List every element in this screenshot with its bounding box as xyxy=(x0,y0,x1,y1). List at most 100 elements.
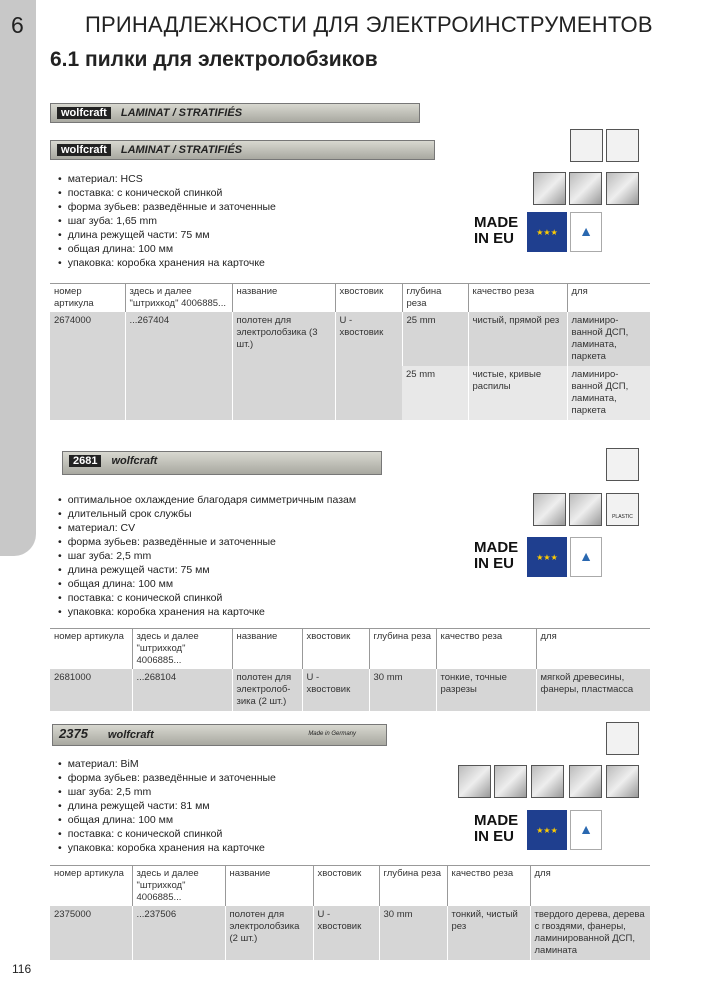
made-in-eu-badge: MADE IN EU ★★★ ▲ xyxy=(474,810,646,850)
table-cell: U - хвостовик xyxy=(334,312,402,420)
product-table: номер артикула здесь и далее "штрихкод" 4… xyxy=(50,628,650,711)
column-header: качество реза xyxy=(467,283,567,312)
table-cell: тонкие, точные разрезы xyxy=(435,669,536,711)
table-cell: полотен для электролоб-зика (2 шт.) xyxy=(231,669,302,711)
list-item: общая длина: 100 мм xyxy=(58,577,356,591)
column-header: качество реза xyxy=(435,628,536,669)
list-item: длина режущей части: 75 мм xyxy=(58,228,276,242)
material-plywood-icon xyxy=(569,493,602,526)
table-cell: 2674000 xyxy=(50,312,125,420)
eu-flag-icon: ★★★ xyxy=(527,537,567,577)
column-header: здесь и далее "штрихкод" 4006885... xyxy=(131,628,232,669)
list-item: длительный срок службы xyxy=(58,507,356,521)
list-item: упаковка: коробка хранения на карточке xyxy=(58,256,276,270)
feature-list: оптимальное охлаждение благодаря симметр… xyxy=(58,493,356,619)
table-cell: ...237506 xyxy=(131,906,225,960)
list-item: шаг зуба: 1,65 mm xyxy=(58,214,276,228)
list-item: форма зубьев: разведённые и заточенные xyxy=(58,535,356,549)
table-cell: ...267404 xyxy=(124,312,232,420)
table-cell: мягкой древесины, фанеры, пластмасса xyxy=(535,669,650,711)
list-item: длина режущей части: 81 мм xyxy=(58,799,276,813)
blade-image: wolfcraft LAMINAT / STRATIFIÉS xyxy=(50,103,420,123)
material-board-icon xyxy=(569,765,602,798)
table-cell: полотен для электролобзика (3 шт.) xyxy=(231,312,335,420)
list-item: упаковка: коробка хранения на карточке xyxy=(58,841,276,855)
tuv-icon: ▲ xyxy=(570,212,602,252)
made-in-eu-badge: MADE IN EU ★★★ ▲ xyxy=(474,537,646,577)
list-item: общая длина: 100 мм xyxy=(58,242,276,256)
table-cell: 30 mm xyxy=(368,669,436,711)
list-item: общая длина: 100 мм xyxy=(58,813,276,827)
blade-image: wolfcraft LAMINAT / STRATIFIÉS xyxy=(50,140,435,160)
table-cell: 30 mm xyxy=(378,906,447,960)
table-cell: ламиниро-ванной ДСП, ламината, паркета xyxy=(566,366,650,420)
list-item: форма зубьев: разведённые и заточенные xyxy=(58,200,276,214)
straight-cut-icon xyxy=(606,448,639,481)
page-title: ПРИНАДЛЕЖНОСТИ ДЛЯ ЭЛЕКТРОИНСТРУМЕНТОВ xyxy=(85,12,653,37)
list-item: оптимальное охлаждение благодаря симметр… xyxy=(58,493,356,507)
table-cell: чистые, кривые распилы xyxy=(467,366,567,420)
table-cell: ламиниро-ванной ДСП, ламината, паркета xyxy=(566,312,650,366)
column-header: название xyxy=(231,628,302,669)
straight-cut-icon xyxy=(606,722,639,755)
plastic-icon: PLASTIC xyxy=(606,493,639,526)
table-cell: 25 mm xyxy=(401,312,468,366)
column-header: глубина реза xyxy=(368,628,436,669)
column-header: хвостовик xyxy=(334,283,402,312)
feature-list: материал: HCSпоставка: с конической спин… xyxy=(58,172,276,270)
column-header: глубина реза xyxy=(378,865,447,906)
list-item: поставка: с конической спинкой xyxy=(58,186,276,200)
list-item: материал: CV xyxy=(58,521,356,535)
material-nails-icon xyxy=(494,765,527,798)
curve-cut-icon xyxy=(606,129,639,162)
table-cell: 25 mm xyxy=(402,366,468,420)
table-row: 2681000 ...268104 полотен для электролоб-з… xyxy=(50,669,650,711)
list-item: шаг зуба: 2,5 mm xyxy=(58,785,276,799)
column-header: номер артикула xyxy=(50,865,132,906)
page-number: 116 xyxy=(12,962,32,976)
material-laminate-icon xyxy=(606,765,639,798)
list-item: поставка: с конической спинкой xyxy=(58,591,356,605)
list-item: материал: BiM xyxy=(58,757,276,771)
product-table: номер артикула здесь и далее "штрихкод" 4… xyxy=(50,283,650,420)
column-header: хвостовик xyxy=(312,865,379,906)
table-cell: твердого дерева, дерева с гвоздями, фане… xyxy=(529,906,650,960)
material-wood-icon xyxy=(533,493,566,526)
column-header: для xyxy=(566,283,650,312)
table-cell: тонкий, чистый рез xyxy=(446,906,530,960)
eu-flag-icon: ★★★ xyxy=(527,212,567,252)
tuv-icon: ▲ xyxy=(570,537,602,577)
column-header: номер артикула xyxy=(50,628,132,669)
list-item: форма зубьев: разведённые и заточенные xyxy=(58,771,276,785)
column-header: качество реза xyxy=(446,865,530,906)
list-item: шаг зуба: 2,5 mm xyxy=(58,549,356,563)
material-parquet-icon xyxy=(606,172,639,205)
column-header: название xyxy=(224,865,313,906)
material-laminate-icon xyxy=(533,172,566,205)
table-row: 2375000 ...237506 полотен для электролобзи… xyxy=(50,906,650,960)
table-cell: 2681000 xyxy=(50,669,132,711)
material-plywood-icon xyxy=(531,765,564,798)
column-header: название xyxy=(231,283,335,312)
section-title: 6.1 пилки для электролобзиков xyxy=(50,48,378,71)
chapter-tab xyxy=(0,0,36,556)
material-hardwood-icon xyxy=(458,765,491,798)
list-item: материал: HCS xyxy=(58,172,276,186)
column-header: хвостовик xyxy=(301,628,369,669)
table-cell: U - хвостовик xyxy=(301,669,369,711)
list-item: упаковка: коробка хранения на карточке xyxy=(58,605,356,619)
made-in-eu-badge: MADE IN EU ★★★ ▲ xyxy=(474,212,646,252)
column-header: глубина реза xyxy=(401,283,468,312)
feature-list: материал: BiMформа зубьев: разведённые и… xyxy=(58,757,276,855)
straight-cut-icon xyxy=(570,129,603,162)
table-cell: чистый, прямой рез xyxy=(467,312,567,366)
column-header: для xyxy=(535,628,650,669)
tuv-icon: ▲ xyxy=(570,810,602,850)
table-cell: U - хвостовик xyxy=(312,906,379,960)
column-header: здесь и далее "штрихкод" 4006885... xyxy=(124,283,232,312)
product-table: номер артикула здесь и далее "штрихкод" 4… xyxy=(50,865,650,960)
chapter-number: 6 xyxy=(11,12,24,38)
column-header: номер артикула xyxy=(50,283,125,312)
list-item: длина режущей части: 75 мм xyxy=(58,563,356,577)
eu-flag-icon: ★★★ xyxy=(527,810,567,850)
